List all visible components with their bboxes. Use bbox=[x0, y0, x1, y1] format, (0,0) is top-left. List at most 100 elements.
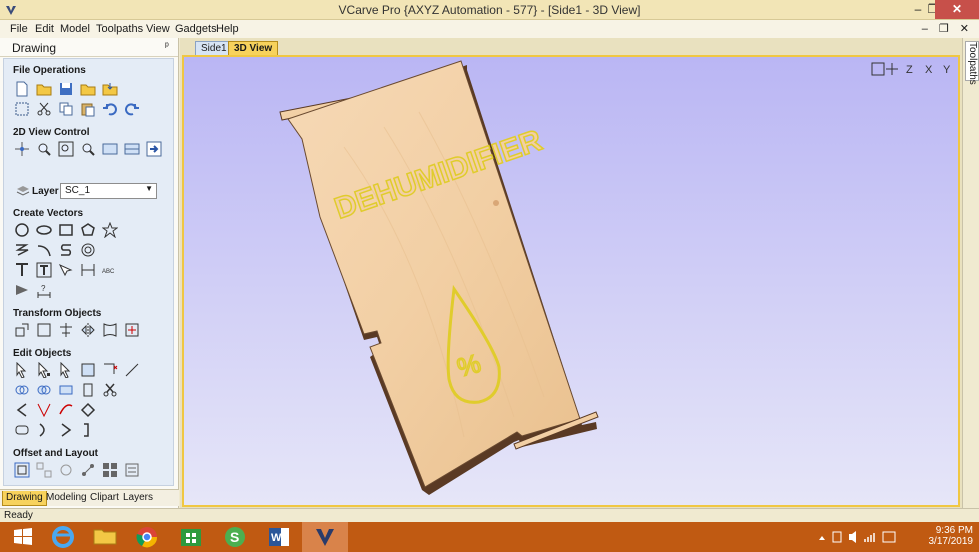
file-explorer-icon[interactable] bbox=[82, 522, 128, 552]
zoom-icon[interactable] bbox=[36, 141, 52, 157]
draw-polyline-icon[interactable] bbox=[14, 242, 30, 258]
3d-viewport[interactable]: DEHUMIDIFIER % Z X Y bbox=[182, 55, 960, 507]
switch-3d-view-icon[interactable] bbox=[146, 141, 162, 157]
paste-icon[interactable] bbox=[80, 101, 96, 117]
wood-knot bbox=[493, 200, 499, 206]
store-icon[interactable] bbox=[168, 522, 214, 552]
distort-icon[interactable] bbox=[102, 322, 118, 338]
intersect-icon[interactable] bbox=[58, 382, 74, 398]
redo-icon[interactable] bbox=[124, 101, 140, 117]
offset-shape-icon[interactable] bbox=[80, 402, 96, 418]
node-edit-icon[interactable] bbox=[36, 362, 52, 378]
draw-curve-icon[interactable] bbox=[58, 242, 74, 258]
word-icon[interactable]: W bbox=[256, 522, 302, 552]
job-setup-icon[interactable] bbox=[14, 101, 30, 117]
menu-edit[interactable]: Edit bbox=[35, 23, 54, 35]
mdi-window-controls[interactable]: – ❐ ✕ bbox=[922, 22, 973, 35]
draw-ellipse-icon[interactable] bbox=[36, 222, 52, 238]
menu-view[interactable]: View bbox=[146, 23, 170, 35]
tab-3d-view[interactable]: 3D View bbox=[228, 41, 279, 56]
draw-text-icon[interactable] bbox=[14, 262, 30, 278]
undo-icon[interactable] bbox=[102, 101, 118, 117]
smooth-curve-icon[interactable] bbox=[58, 402, 74, 418]
measure-icon[interactable]: ? bbox=[36, 282, 52, 298]
view-z-button[interactable]: Z bbox=[906, 64, 913, 76]
scissors-icon[interactable] bbox=[102, 382, 118, 398]
open-folder-icon[interactable] bbox=[36, 81, 52, 97]
draw-circle-icon[interactable] bbox=[14, 222, 30, 238]
center-icon[interactable] bbox=[124, 322, 140, 338]
nesting-icon[interactable] bbox=[102, 462, 118, 478]
new-file-icon[interactable] bbox=[14, 81, 30, 97]
tab-modeling[interactable]: Modeling bbox=[43, 491, 90, 506]
subtract-icon[interactable] bbox=[36, 382, 52, 398]
text-on-curve-icon[interactable] bbox=[36, 262, 52, 278]
layer-select[interactable]: SC_1 ▼ bbox=[60, 183, 157, 199]
close-vector-icon[interactable] bbox=[36, 422, 52, 438]
view-y-button[interactable]: Y bbox=[943, 64, 951, 76]
vcarve-taskbar-icon[interactable] bbox=[302, 522, 348, 552]
text-abc-icon[interactable]: ABC bbox=[102, 262, 118, 278]
clock[interactable]: 9:36 PM 3/17/2019 bbox=[913, 525, 974, 547]
draw-arc-icon[interactable] bbox=[36, 242, 52, 258]
transform-select-icon[interactable] bbox=[58, 362, 74, 378]
menu-toolpaths[interactable]: Toolpaths bbox=[96, 23, 143, 35]
circular-array-icon[interactable] bbox=[58, 462, 74, 478]
array-copy-icon[interactable] bbox=[36, 462, 52, 478]
overlap-icon[interactable] bbox=[80, 382, 96, 398]
drawing-panel: Drawing ᵖ File Operations 2D View Contro… bbox=[0, 38, 179, 508]
tab-side1[interactable]: Side1 bbox=[195, 41, 233, 56]
tray-icons[interactable] bbox=[817, 530, 907, 544]
auto-layout-text-icon[interactable] bbox=[58, 262, 74, 278]
toolpaths-tab[interactable]: Toolpaths bbox=[965, 41, 979, 85]
pan-icon[interactable] bbox=[14, 141, 30, 157]
weld-icon[interactable] bbox=[14, 382, 30, 398]
close-button[interactable]: ✕ bbox=[935, 0, 979, 19]
menu-gadgets[interactable]: Gadgets bbox=[175, 23, 217, 35]
mirror-icon[interactable] bbox=[80, 322, 96, 338]
zoom-extents-icon[interactable] bbox=[58, 141, 74, 157]
tab-drawing[interactable]: Drawing bbox=[2, 491, 47, 506]
interactive-trim-icon[interactable] bbox=[80, 362, 96, 378]
bracket-icon[interactable] bbox=[80, 422, 96, 438]
fillet-icon[interactable] bbox=[36, 402, 52, 418]
internet-explorer-icon[interactable] bbox=[40, 522, 86, 552]
align-icon[interactable] bbox=[58, 322, 74, 338]
view-x-button[interactable]: X bbox=[925, 64, 933, 76]
draw-star-icon[interactable] bbox=[102, 222, 118, 238]
draw-rectangle-icon[interactable] bbox=[58, 222, 74, 238]
close-vector-alt-icon[interactable] bbox=[58, 422, 74, 438]
set-size-icon[interactable] bbox=[36, 322, 52, 338]
join-icon[interactable] bbox=[14, 422, 30, 438]
import-icon[interactable] bbox=[102, 81, 118, 97]
tab-clipart[interactable]: Clipart bbox=[87, 491, 122, 506]
copy-along-vector-icon[interactable] bbox=[80, 462, 96, 478]
layer-label: Layer bbox=[32, 186, 59, 197]
skype-s-icon[interactable]: S bbox=[212, 522, 258, 552]
draw-dimension-arrow-icon[interactable] bbox=[14, 282, 30, 298]
save-icon[interactable] bbox=[58, 81, 74, 97]
3d-scene[interactable]: DEHUMIDIFIER % Z X Y bbox=[184, 57, 958, 505]
move-icon[interactable] bbox=[14, 322, 30, 338]
menu-file[interactable]: File bbox=[10, 23, 28, 35]
extend-icon[interactable] bbox=[124, 362, 140, 378]
open-folder-alt-icon[interactable] bbox=[80, 81, 96, 97]
offset-icon[interactable] bbox=[14, 462, 30, 478]
view-layout-icon[interactable] bbox=[124, 141, 140, 157]
labels-icon[interactable] bbox=[124, 462, 140, 478]
cut-icon[interactable] bbox=[36, 101, 52, 117]
tab-layers[interactable]: Layers bbox=[120, 491, 156, 506]
chrome-icon[interactable] bbox=[124, 522, 170, 552]
dimension-icon[interactable] bbox=[80, 262, 96, 278]
pin-icon[interactable]: ᵖ bbox=[165, 41, 169, 52]
curve-left-icon[interactable] bbox=[14, 402, 30, 418]
draw-spiral-icon[interactable] bbox=[80, 242, 96, 258]
menu-model[interactable]: Model bbox=[60, 23, 90, 35]
zoom-selection-icon[interactable] bbox=[80, 141, 96, 157]
view-mode-icon[interactable] bbox=[102, 141, 118, 157]
copy-icon[interactable] bbox=[58, 101, 74, 117]
trim-icon[interactable] bbox=[102, 362, 118, 378]
draw-polygon-icon[interactable] bbox=[80, 222, 96, 238]
menu-help[interactable]: Help bbox=[216, 23, 239, 35]
select-pointer-icon[interactable] bbox=[14, 362, 30, 378]
